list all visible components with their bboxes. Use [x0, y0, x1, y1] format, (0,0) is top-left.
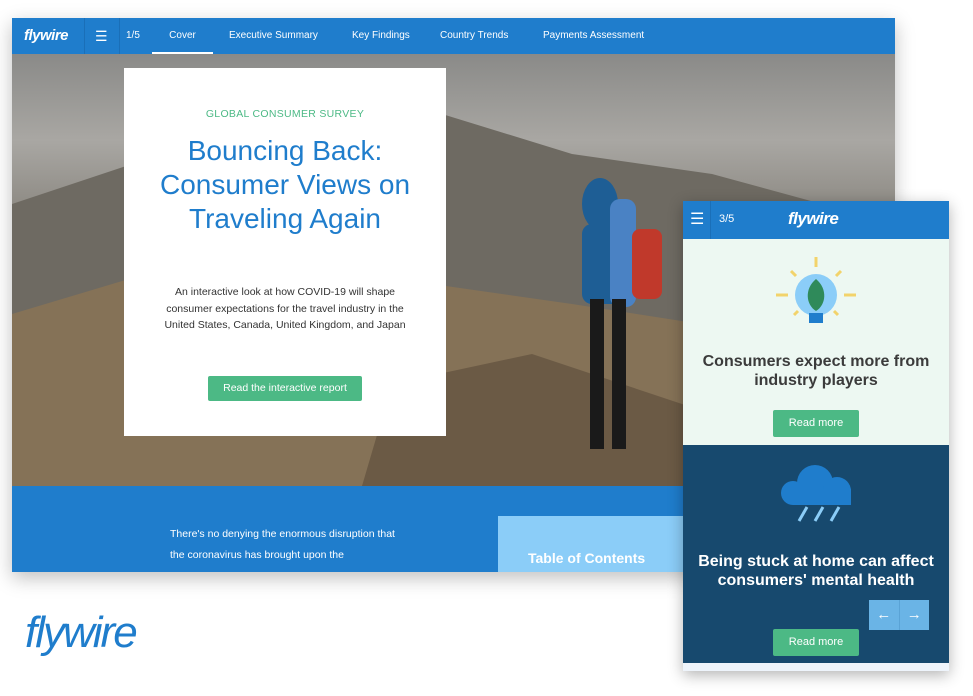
top-nav: flywire ☰ 1/5 Cover Executive Summary Ke… — [12, 18, 895, 54]
hamburger-menu-icon[interactable]: ☰ — [95, 18, 108, 54]
card-title: Consumers expect more from industry play… — [702, 353, 930, 389]
arrow-left-icon[interactable]: ← — [869, 600, 900, 630]
carousel-controls: ← → — [869, 600, 929, 630]
page-indicator: 1/5 — [126, 30, 140, 41]
arrow-right-icon[interactable]: → — [900, 600, 930, 630]
lightbulb-leaf-icon — [776, 257, 856, 323]
read-more-button[interactable]: Read more — [773, 629, 859, 656]
mobile-header: ☰ 3/5 flywire — [683, 201, 949, 239]
read-report-button[interactable]: Read the interactive report — [208, 376, 362, 401]
cover-card: GLOBAL CONSUMER SURVEY Bouncing Back: Co… — [124, 68, 446, 436]
tab-key-findings[interactable]: Key Findings — [352, 18, 410, 54]
card-title: Being stuck at home can affect consumers… — [698, 553, 934, 589]
table-of-contents[interactable]: Table of Contents — [498, 516, 698, 572]
card-stuck-at-home: Being stuck at home can affect consumers… — [683, 445, 949, 663]
tab-executive-summary[interactable]: Executive Summary — [229, 18, 318, 54]
eyebrow: GLOBAL CONSUMER SURVEY — [205, 108, 365, 120]
flywire-logo[interactable]: flywire — [788, 209, 839, 229]
rain-cloud-icon — [781, 465, 851, 522]
page-indicator: 3/5 — [719, 213, 735, 225]
mobile-preview: ☰ 3/5 flywire Consumers expect more from… — [683, 201, 949, 671]
hamburger-menu-icon[interactable]: ☰ — [690, 209, 704, 229]
tab-country-trends[interactable]: Country Trends — [440, 18, 508, 54]
flywire-brand-logo: flywire — [25, 608, 138, 657]
read-more-button[interactable]: Read more — [773, 410, 859, 437]
toc-label: Table of Contents — [528, 550, 646, 566]
flywire-logo[interactable]: flywire — [24, 18, 69, 54]
intro-text: There's no denying the enormous disrupti… — [170, 528, 395, 561]
tab-payments-assessment[interactable]: Payments Assessment — [543, 18, 644, 54]
description: An interactive look at how COVID-19 will… — [164, 286, 406, 331]
tab-cover[interactable]: Cover — [152, 18, 213, 54]
page-title: Bouncing Back: Consumer Views on Traveli… — [159, 135, 411, 234]
card-consumers-expect: Consumers expect more from industry play… — [683, 239, 949, 445]
